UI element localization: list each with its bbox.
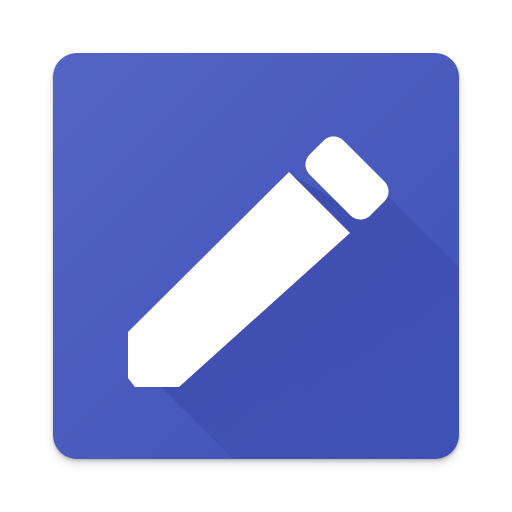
app-icon-artwork (53, 53, 459, 459)
icon-stage (0, 0, 512, 512)
app-icon[interactable] (53, 53, 459, 459)
